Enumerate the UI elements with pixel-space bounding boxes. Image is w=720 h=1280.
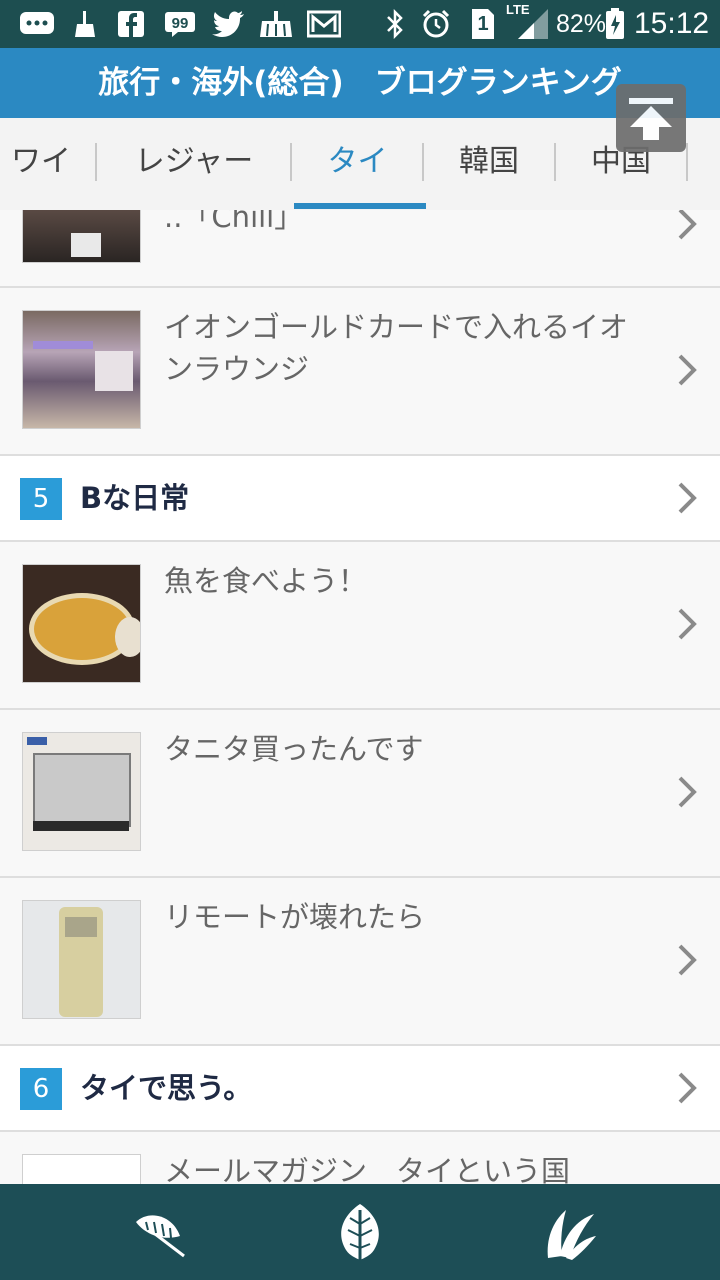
twitter-icon (210, 8, 246, 40)
broom-icon (72, 8, 98, 40)
nav-button-1[interactable] (128, 1200, 192, 1264)
chevron-right-icon (678, 354, 697, 386)
list-item[interactable]: メールマガジン タイという国 (0, 1132, 720, 1184)
chevron-right-icon (678, 776, 697, 808)
scroll-to-top-button[interactable] (616, 84, 686, 152)
list-item[interactable]: イオンゴールドカードで入れるイオンラウンジ (0, 288, 720, 456)
bottom-nav (0, 1184, 720, 1280)
tab-thailand[interactable]: タイ (292, 118, 423, 206)
rank-badge: 6 (20, 1068, 62, 1110)
rank-header-5[interactable]: 5 Bな日常 (0, 456, 720, 542)
page-title: 旅行・海外(総合) ブログランキング (98, 65, 622, 101)
active-tab-indicator (294, 203, 426, 209)
category-tabs: ワイ レジャー タイ 韓国 中国 (0, 118, 720, 211)
app-header: 旅行・海外(総合) ブログランキング (0, 48, 720, 118)
chevron-right-icon (678, 210, 697, 240)
palm-leaf-icon (547, 1210, 596, 1260)
blog-name: Bな日常 (80, 481, 190, 515)
list-item[interactable]: ..「Chill」 (0, 210, 720, 288)
entry-thumbnail (22, 900, 141, 1019)
network-type: LTE (506, 2, 530, 17)
sweep-icon (258, 8, 294, 40)
rank-badge: 5 (20, 478, 62, 520)
chevron-right-icon (678, 944, 697, 976)
list-item[interactable]: タニタ買ったんです (0, 710, 720, 878)
chevron-right-icon (678, 482, 697, 514)
entry-title: ..「Chill」 (164, 210, 304, 234)
chevron-right-icon (678, 1072, 697, 1104)
list-item[interactable]: 魚を食べよう！ (0, 542, 720, 710)
svg-text:99: 99 (172, 15, 189, 32)
alarm-icon (420, 8, 452, 40)
leaf-feather-icon (136, 1215, 185, 1258)
blog-name: タイで思う。 (80, 1071, 253, 1105)
mail-icon (306, 8, 342, 40)
quote-icon: 99 (164, 8, 196, 40)
entry-thumbnail (22, 564, 141, 683)
nav-button-2[interactable] (328, 1200, 392, 1264)
entry-title: イオンゴールドカードで入れるイオンラウンジ (164, 310, 629, 386)
tab-divider (686, 143, 688, 181)
chevron-right-icon (678, 608, 697, 640)
battery-icon (604, 8, 626, 40)
sim-slot-number: 1 (477, 13, 489, 35)
tab-leisure[interactable]: レジャー (97, 118, 291, 206)
status-bar: 99 1 LTE 82% 15:12 (0, 0, 720, 48)
entry-thumbnail (22, 210, 141, 263)
chat-bubble-icon (18, 8, 56, 40)
entry-title: タニタ買ったんです (164, 732, 424, 766)
entry-thumbnail (22, 310, 141, 429)
facebook-icon (116, 8, 146, 40)
entry-title: 魚を食べよう！ (164, 564, 368, 598)
rank-header-6[interactable]: 6 タイで思う。 (0, 1046, 720, 1132)
entry-title: メールマガジン タイという国 (164, 1154, 571, 1184)
leaf-icon (341, 1204, 379, 1260)
tab-hawaii[interactable]: ワイ (0, 118, 96, 206)
clock: 15:12 (634, 7, 710, 40)
entry-title: リモートが壊れたら (164, 900, 426, 934)
ranking-list: ..「Chill」 イオンゴールドカードで入れるイオンラウンジ 5 Bな日常 魚… (0, 210, 720, 1184)
entry-thumbnail (22, 1154, 141, 1184)
nav-button-3[interactable] (536, 1200, 600, 1264)
tab-korea[interactable]: 韓国 (424, 118, 554, 206)
arrow-up-to-top-icon (629, 98, 673, 140)
list-item[interactable]: リモートが壊れたら (0, 878, 720, 1046)
bluetooth-icon (384, 8, 406, 40)
entry-thumbnail (22, 732, 141, 851)
battery-percent: 82% (556, 10, 607, 38)
